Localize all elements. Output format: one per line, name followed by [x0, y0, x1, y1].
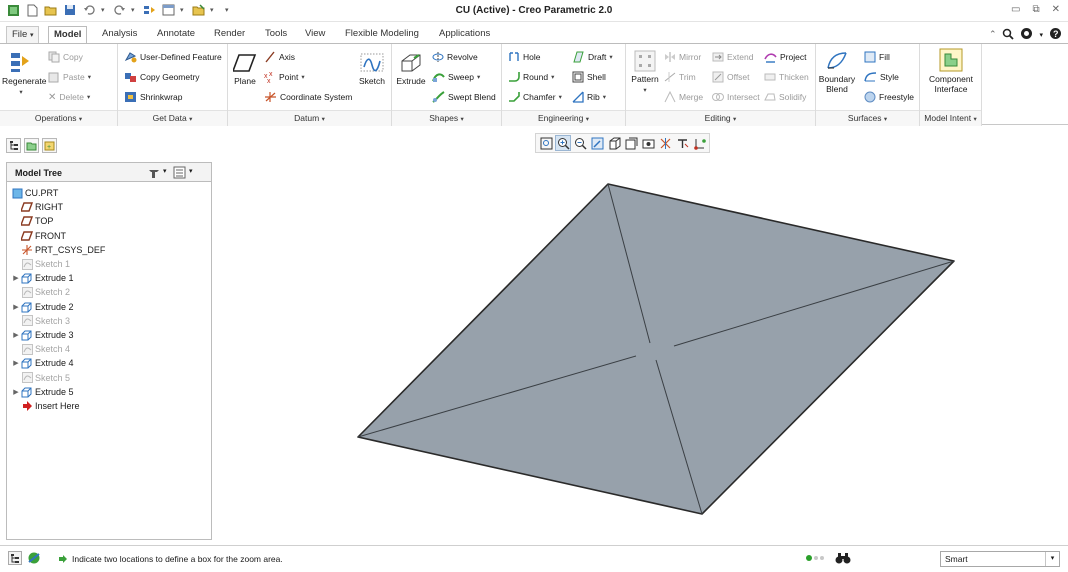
message-area: Indicate two locations to define a box f… [58, 554, 283, 564]
regen-status-indicator [806, 555, 824, 561]
status-dot-icon [820, 556, 824, 560]
status-bar: Indicate two locations to define a box f… [0, 545, 1068, 572]
browser-icon [28, 552, 40, 564]
selection-filter[interactable]: Smart ▾ [940, 551, 1060, 567]
selection-filter-value: Smart [945, 554, 968, 564]
binoculars-icon [835, 553, 851, 564]
status-dot-icon [814, 556, 818, 560]
prompt-arrow-icon [59, 555, 67, 563]
graphics-area[interactable] [0, 0, 1068, 572]
part-model[interactable] [357, 183, 955, 515]
status-dot-icon [806, 555, 812, 561]
chevron-down-icon: ▾ [1045, 552, 1059, 566]
status-message: Indicate two locations to define a box f… [72, 554, 283, 564]
navigator-icon [11, 553, 19, 563]
browser-toggle-button[interactable] [26, 551, 42, 565]
find-button[interactable] [835, 552, 851, 567]
show-navigator-button[interactable] [8, 551, 22, 565]
planar-face[interactable] [357, 183, 955, 515]
